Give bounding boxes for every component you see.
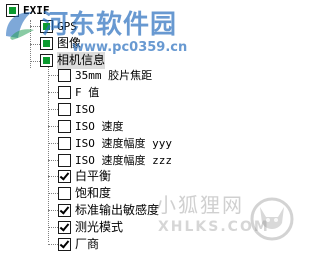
exif-tree: EXIF GPS 图像 相机信息 35mm 胶片焦距 F 值 ISO ISO 速度 IS… (0, 0, 310, 253)
tree-leaf-label: 厂商 (75, 237, 100, 251)
tree-connector (30, 26, 40, 27)
watermark-bottom: 小狐狸网 XHLKS.COM (156, 189, 306, 249)
tree-leaf-item[interactable]: 饱和度 (58, 185, 111, 202)
tree-node-label: GPS (57, 20, 77, 33)
image-checkbox[interactable] (40, 37, 53, 50)
tree-leaf-label: 饱和度 (75, 186, 112, 200)
tree-connector (48, 143, 58, 144)
tree-connector (48, 75, 58, 76)
tree-leaf-label: ISO 速度幅度 zzz (75, 154, 172, 167)
tree-leaf-item[interactable]: ISO (58, 101, 95, 118)
unchecked-checkbox[interactable] (58, 86, 71, 99)
tree-connector (48, 109, 58, 110)
unchecked-checkbox[interactable] (58, 120, 71, 133)
tree-connector (48, 210, 58, 211)
tree-leaf-item[interactable]: 厂商 (58, 236, 99, 253)
tree-connector (48, 92, 58, 93)
checked-checkbox[interactable] (58, 221, 71, 234)
tree-connector (30, 44, 40, 45)
tree-connector (48, 62, 49, 242)
tree-leaf-item[interactable]: ISO 速度 (58, 118, 124, 135)
tree-leaf-item[interactable]: 标准输出敏感度 (58, 202, 159, 219)
tree-node-label: EXIF (23, 4, 50, 17)
tree-leaf-item[interactable]: 测光模式 (58, 219, 123, 236)
tree-connector (48, 160, 58, 161)
tree-node-gps[interactable]: GPS (40, 18, 77, 35)
checked-checkbox[interactable] (58, 170, 71, 183)
gps-checkbox[interactable] (40, 20, 53, 33)
camera-info-checkbox[interactable] (40, 54, 53, 67)
tree-connector (48, 176, 58, 177)
tree-node-image[interactable]: 图像 (40, 35, 81, 52)
checked-checkbox[interactable] (58, 238, 71, 251)
unchecked-checkbox[interactable] (58, 137, 71, 150)
tree-connector (48, 227, 58, 228)
tree-leaf-label: ISO 速度幅度 yyy (75, 137, 172, 150)
watermark-title: 小狐狸网 (156, 193, 244, 217)
fox-logo-icon (250, 197, 294, 241)
unchecked-checkbox[interactable] (58, 187, 71, 200)
tree-connector (48, 193, 58, 194)
tree-leaf-item[interactable]: 白平衡 (58, 168, 111, 185)
tree-connector (48, 244, 58, 245)
tree-node-label: 图像 (57, 36, 82, 50)
unchecked-checkbox[interactable] (58, 103, 71, 116)
tree-leaf-label: ISO 速度 (75, 120, 124, 133)
tree-leaf-label: F 值 (75, 86, 100, 99)
tree-leaf-item[interactable]: ISO 速度幅度 zzz (58, 152, 172, 169)
unchecked-checkbox[interactable] (58, 154, 71, 167)
tree-leaf-label: 标准输出敏感度 (75, 203, 160, 217)
tree-leaf-label: 35mm 胶片焦距 (75, 69, 153, 82)
tree-leaf-item[interactable]: 35mm 胶片焦距 (58, 67, 152, 84)
unchecked-checkbox[interactable] (58, 69, 71, 82)
tree-leaf-label: ISO (75, 103, 95, 116)
tree-leaf-item[interactable]: ISO 速度幅度 yyy (58, 135, 172, 152)
checked-checkbox[interactable] (58, 204, 71, 217)
tree-connector (30, 61, 40, 62)
tree-leaf-label: 测光模式 (75, 220, 124, 234)
tree-node-exif[interactable]: EXIF (6, 2, 50, 19)
watermark-subtitle: XHLKS.COM (158, 219, 270, 235)
tree-leaf-label: 白平衡 (75, 169, 112, 183)
tree-leaf-item[interactable]: F 值 (58, 84, 99, 101)
tree-connector (48, 126, 58, 127)
exif-checkbox[interactable] (6, 4, 19, 17)
